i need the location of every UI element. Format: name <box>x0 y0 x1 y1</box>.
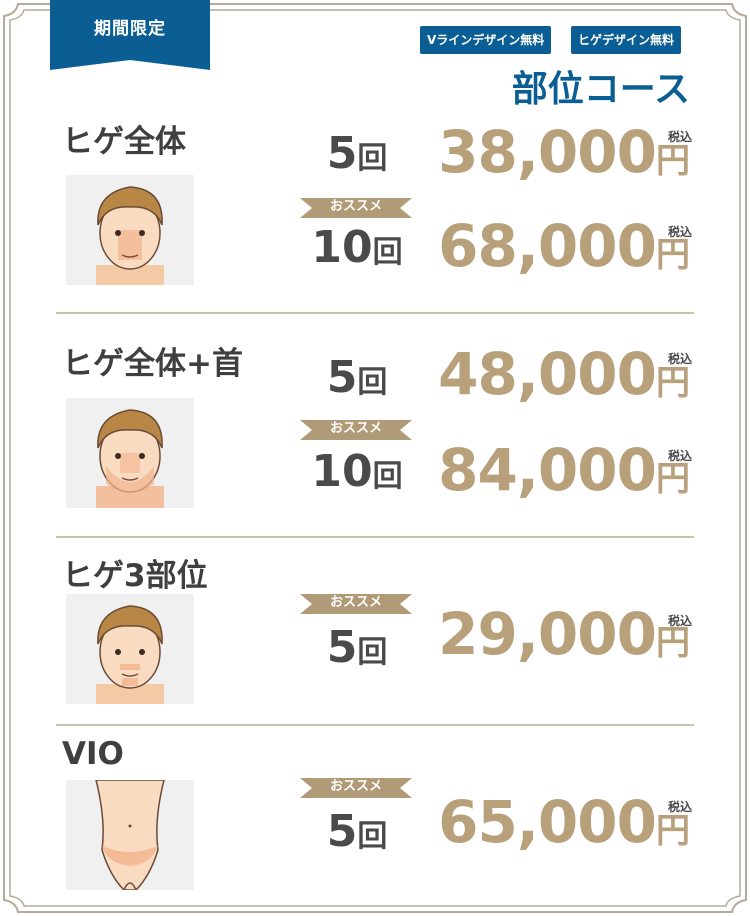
session-count: 10回 <box>311 446 403 497</box>
session-count: 5回 <box>326 806 388 857</box>
section-title: ヒゲ全体 <box>62 124 186 160</box>
price: 84,000円 <box>438 436 690 504</box>
price: 48,000円 <box>438 340 690 408</box>
session-count: 5回 <box>326 622 388 673</box>
v-line-design-badge: Vラインデザイン無料 <box>420 26 552 54</box>
price: 68,000円 <box>438 212 690 280</box>
vio-illustration-icon <box>95 779 165 891</box>
session-count: 5回 <box>326 128 388 179</box>
face-illustration-icon <box>96 409 164 508</box>
recommend-label: おススメ <box>329 595 382 610</box>
section-divider <box>56 536 694 538</box>
recommend-label: おススメ <box>329 779 382 794</box>
recommend-label: おススメ <box>329 421 382 436</box>
section-title: ヒゲ3部位 <box>62 558 208 594</box>
price: 29,000円 <box>438 600 690 668</box>
price: 38,000円 <box>438 118 690 186</box>
section-divider <box>56 312 694 314</box>
session-count: 5回 <box>326 352 388 403</box>
section-title: VIO <box>62 736 124 772</box>
price: 65,000円 <box>438 788 690 856</box>
beard-neck-face-image <box>66 398 194 508</box>
face-illustration-icon <box>96 186 164 285</box>
beard-design-badge: ヒゲデザイン無料 <box>571 26 682 54</box>
session-count: 10回 <box>311 222 403 273</box>
face-illustration-icon <box>96 605 164 704</box>
section-title: ヒゲ全体+首 <box>62 346 243 382</box>
recommend-label: おススメ <box>329 199 382 214</box>
vio-area-image <box>66 779 194 891</box>
course-title: 部位コース <box>511 69 690 110</box>
beard-3-parts-face-image <box>66 594 194 704</box>
beard-area-face-image <box>66 175 194 285</box>
section-divider <box>56 724 694 726</box>
limited-tag-label: 期間限定 <box>94 19 166 39</box>
